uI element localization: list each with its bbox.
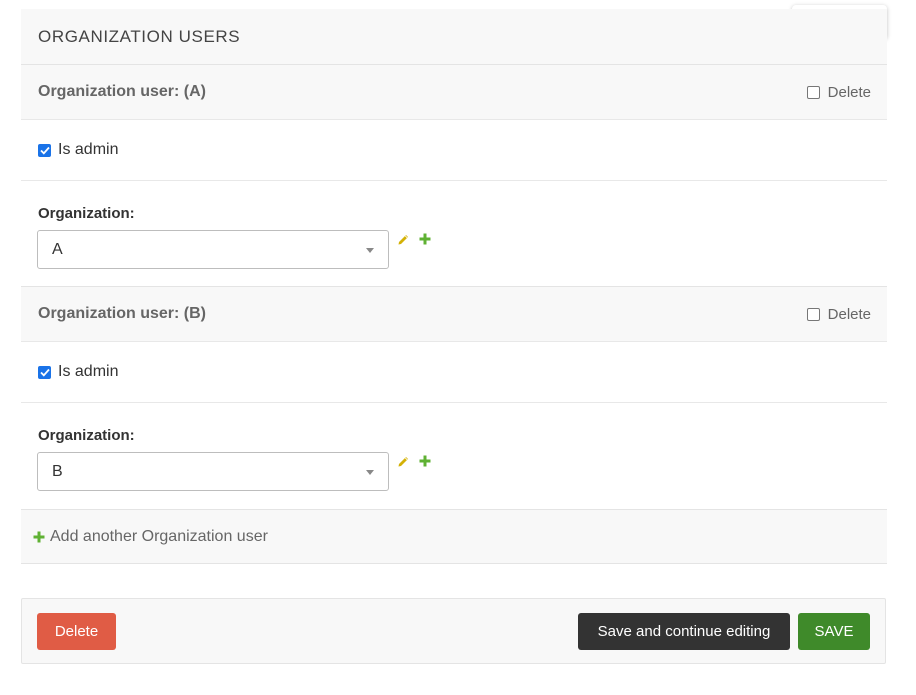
add-icon xyxy=(33,531,45,542)
organization-select[interactable]: A xyxy=(37,230,389,269)
is-admin-checkbox[interactable] xyxy=(38,143,51,157)
organization-label: Organization: xyxy=(38,427,135,444)
check-icon xyxy=(39,368,50,377)
inline-delete-toggle[interactable]: Delete xyxy=(806,83,871,101)
organization-row: Organization: B xyxy=(21,403,887,509)
organization-label: Organization: xyxy=(38,205,135,222)
add-icon[interactable] xyxy=(419,455,431,467)
inline-title: Organization user: (A) xyxy=(38,83,207,100)
pencil-icon[interactable] xyxy=(397,233,410,246)
delete-label: Delete xyxy=(827,305,871,323)
chevron-down-icon xyxy=(366,248,374,253)
inline-header-b: Organization user: (B) Delete xyxy=(21,287,887,342)
delete-label: Delete xyxy=(827,83,871,101)
is-admin-row: Is admin xyxy=(21,120,887,181)
organization-row: Organization: A xyxy=(21,181,887,287)
delete-checkbox[interactable] xyxy=(806,307,820,321)
organization-users-inline-group: ORGANIZATION USERS Organization user: (A… xyxy=(21,9,887,564)
organization-value: B xyxy=(52,462,63,480)
submit-row: Delete Save and continue editing SAVE xyxy=(21,598,886,664)
inline-title: Organization user: (B) xyxy=(38,305,207,322)
save-continue-button[interactable]: Save and continue editing xyxy=(578,613,790,650)
pencil-icon[interactable] xyxy=(397,455,410,468)
section-title: ORGANIZATION USERS xyxy=(21,9,887,65)
is-admin-label: Is admin xyxy=(58,141,119,158)
inline-delete-toggle[interactable]: Delete xyxy=(806,305,871,323)
add-icon[interactable] xyxy=(419,233,431,245)
is-admin-label: Is admin xyxy=(58,363,119,380)
add-another-link[interactable]: Add another Organization user xyxy=(50,528,268,546)
delete-button[interactable]: Delete xyxy=(37,613,116,650)
chevron-down-icon xyxy=(366,470,374,475)
inline-header-a: Organization user: (A) Delete xyxy=(21,65,887,120)
delete-checkbox[interactable] xyxy=(806,85,820,99)
organization-select[interactable]: B xyxy=(37,452,389,491)
check-icon xyxy=(39,146,50,155)
organization-value: A xyxy=(52,240,63,258)
add-another-row[interactable]: Add another Organization user xyxy=(21,509,887,564)
is-admin-checkbox[interactable] xyxy=(38,365,51,379)
is-admin-row: Is admin xyxy=(21,342,887,403)
save-button[interactable]: SAVE xyxy=(798,613,870,650)
